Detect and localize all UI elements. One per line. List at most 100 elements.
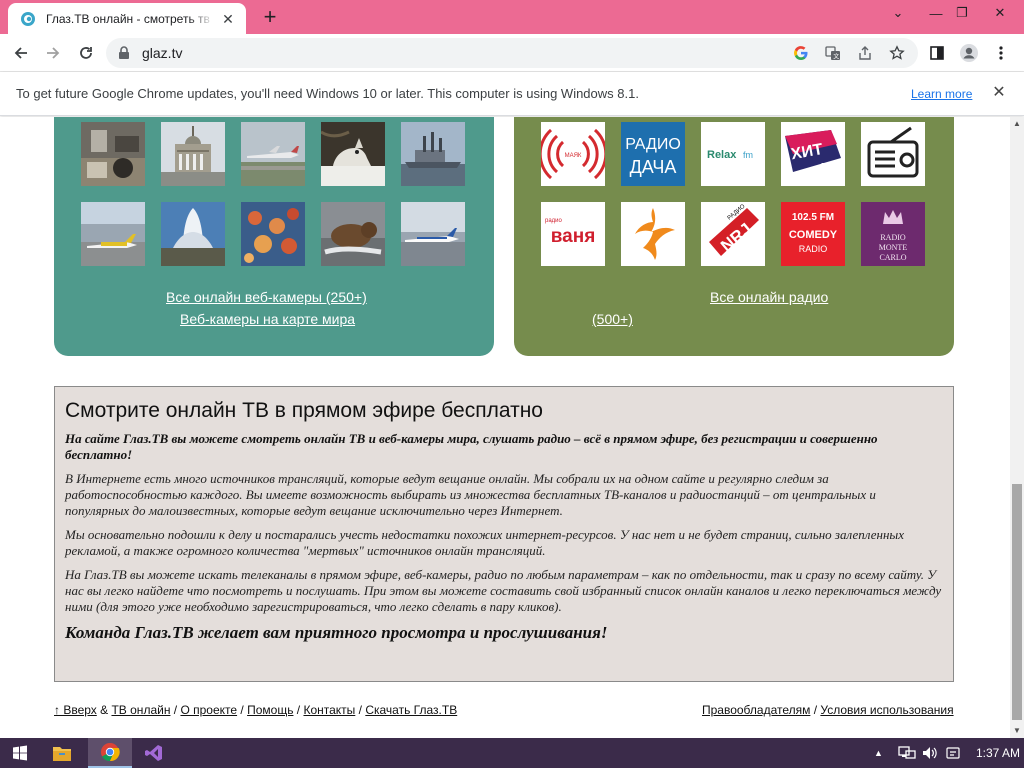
restore-button[interactable]: ❐ [946,0,978,26]
webcam-thumbnail[interactable] [321,202,385,266]
side-panel-icon [930,46,944,60]
browser-tab[interactable]: Глаз.ТВ онлайн - смотреть тв и ✕ [8,3,246,34]
chrome-menu-button[interactable] [988,40,1014,66]
footer-rights-link[interactable]: Правообладателям [702,703,810,717]
all-radio-count-link[interactable]: (500+) [592,311,633,327]
footer-about-link[interactable]: О проекте [180,703,237,717]
window-close-button[interactable]: ✕ [984,0,1016,26]
side-panel-button[interactable] [924,40,950,66]
taskbar-clock[interactable]: 1:37 AM [976,738,1020,768]
translate-icon[interactable]: 文 [823,43,843,63]
radio-panel: МАЯК РАДИО ДАЧА Relax fm ХИТ FM радио ва… [514,117,954,356]
comedy-radio-logo[interactable]: 102.5 FM COMEDY RADIO [781,202,845,266]
footer-help-link[interactable]: Помощь [247,703,293,717]
footer-sep: / [237,703,248,717]
webcam-thumbnail[interactable] [241,122,305,186]
footer-terms-link[interactable]: Условия использования [820,703,953,717]
scroll-down-arrow-icon[interactable]: ▼ [1010,724,1024,738]
infobar-message: To get future Google Chrome updates, you… [16,86,639,101]
footer-sep: / [355,703,366,717]
webcam-thumbnail[interactable] [401,122,465,186]
webcam-thumbnail[interactable] [321,122,385,186]
webcam-thumbnail[interactable] [161,202,225,266]
about-lead-paragraph: На сайте Глаз.ТВ вы можете смотреть онла… [65,431,878,462]
show-hidden-icons-button[interactable]: ▲ [874,738,883,768]
vanya-small-text: радио [545,218,563,224]
footer-up-link[interactable]: ↑ Вверх [54,703,97,717]
file-explorer-taskbar-button[interactable] [40,738,84,768]
about-paragraph-1: В Интернете есть много источников трансл… [65,471,876,518]
footer-download-link[interactable]: Скачать Глаз.ТВ [365,703,457,717]
language-indicator-icon [946,747,960,759]
all-radio-link[interactable]: Все онлайн радио [710,289,828,305]
tray-chevron-up-icon: ▲ [874,748,883,758]
tab-title: Глаз.ТВ онлайн - смотреть тв и [46,11,214,26]
back-button[interactable] [8,40,34,66]
visual-studio-taskbar-button[interactable] [132,738,176,768]
radio-vanya-logo[interactable]: радио ваня [541,202,605,266]
webcam-thumbnail[interactable] [161,122,225,186]
url-text[interactable]: glaz.tv [142,45,182,61]
reload-button[interactable] [73,40,99,66]
back-arrow-icon [14,47,27,59]
about-paragraph-2: Мы основательно подошли к делу и постара… [65,527,905,558]
network-tray-button[interactable] [898,738,916,768]
comedy-freq-text: 102.5 FM [792,212,834,223]
learn-more-link[interactable]: Learn more [911,87,972,101]
update-infobar: To get future Google Chrome updates, you… [0,72,1024,116]
reload-icon [80,47,92,59]
scrollbar-thumb[interactable] [1012,484,1022,720]
file-explorer-icon [53,747,71,761]
glaz-tv-favicon-icon [21,11,35,26]
relax-fm-text: fm [743,150,753,160]
tab-strip: Глаз.ТВ онлайн - смотреть тв и ✕ + ⌄ — ❐… [0,0,1024,34]
visual-studio-icon [145,745,162,761]
volume-tray-button[interactable] [922,738,938,768]
footer-tv-online-link[interactable]: ТВ онлайн [111,703,170,717]
footer-sep: / [293,703,304,717]
hit-fm-logo[interactable]: ХИТ FM [781,122,845,186]
tab-search-chevron-icon[interactable]: ⌄ [882,0,914,26]
webcam-thumbnail[interactable] [81,202,145,266]
webcam-thumbnail[interactable] [401,202,465,266]
windows-start-button[interactable] [0,738,40,768]
about-section: Смотрите онлайн ТВ в прямом эфире беспла… [54,386,954,682]
share-icon[interactable] [855,43,875,63]
radio-dacha-line1: РАДИО [625,136,681,153]
radio-nrj-logo[interactable]: NRJ РАДИО [701,202,765,266]
comedy-radio-text: RADIO [799,244,828,254]
scroll-up-arrow-icon[interactable]: ▲ [1010,117,1024,131]
footer-amp: & [96,703,112,717]
profile-avatar-icon [960,44,978,62]
all-webcams-link[interactable]: Все онлайн веб-камеры (250+) [166,289,367,305]
kebab-menu-icon [999,46,1003,60]
network-icon [898,746,916,759]
footer-sep: / [170,703,181,717]
radio-dacha-logo[interactable]: РАДИО ДАЧА [621,122,685,186]
profile-button[interactable] [956,40,982,66]
windows-start-icon [13,745,27,761]
google-icon[interactable] [791,43,811,63]
lock-icon[interactable] [118,46,130,60]
page-scrollbar[interactable]: ▲ ▼ [1010,117,1024,738]
chrome-taskbar-button[interactable] [88,738,132,768]
webcams-map-link[interactable]: Веб-камеры на карте мира [180,311,355,327]
bookmark-star-icon[interactable] [887,43,907,63]
language-tray-button[interactable] [946,738,960,768]
comedy-text: COMEDY [789,229,838,241]
new-tab-button[interactable]: + [258,6,282,30]
infobar-close-icon[interactable]: ✕ [990,84,1008,102]
radio-monte-carlo-logo[interactable]: RADIO MONTE CARLO [861,202,925,266]
webcam-thumbnail[interactable] [81,122,145,186]
radio-mayak-logo[interactable]: МАЯК [541,122,605,186]
address-bar[interactable]: glaz.tv 文 [106,38,918,68]
retro-radio-logo[interactable] [861,122,925,186]
tab-close-icon[interactable]: ✕ [220,11,236,27]
relax-fm-logo[interactable]: Relax fm [701,122,765,186]
webcam-thumbnail[interactable] [241,202,305,266]
radio-svoboda-logo[interactable] [621,202,685,266]
footer-nav: ↑ Вверх & ТВ онлайн / О проекте / Помощь… [54,703,457,717]
about-paragraph-3: На Глаз.ТВ вы можете искать телеканалы в… [65,567,942,614]
footer-contacts-link[interactable]: Контакты [303,703,355,717]
forward-button[interactable] [40,40,66,66]
